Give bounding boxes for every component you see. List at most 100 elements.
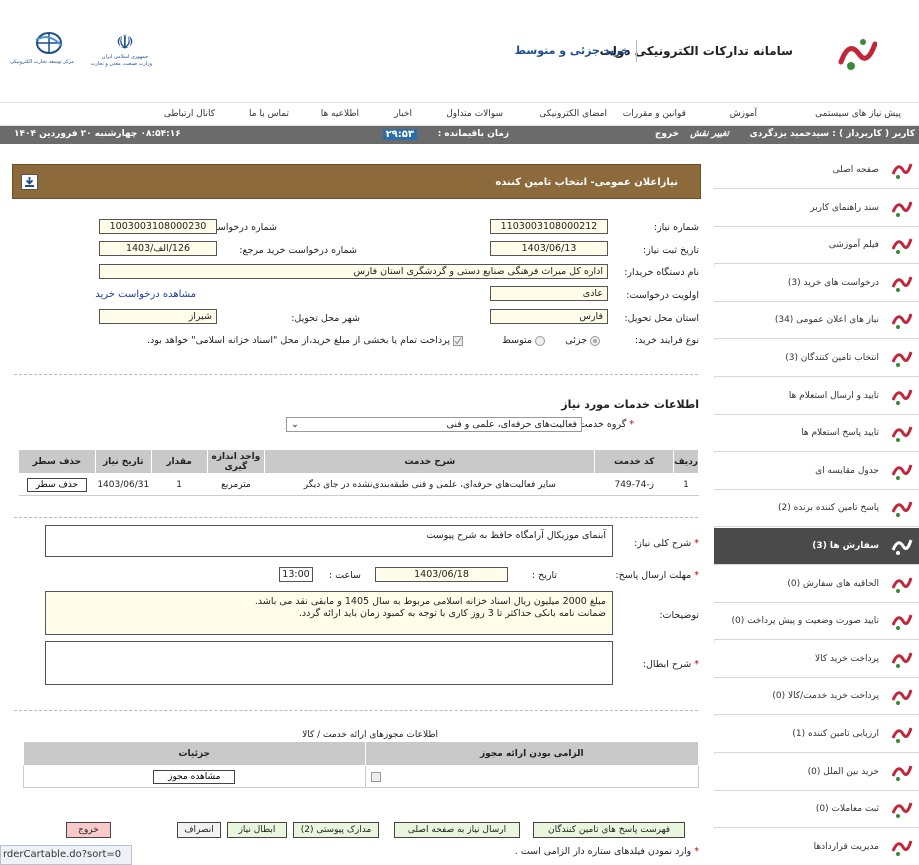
- setad-logo-icon: [891, 765, 913, 781]
- delivery-province-field: فارس: [490, 309, 608, 324]
- sidebar-item-label: انتخاب تامین کنندگان (3): [785, 353, 879, 363]
- attachments-button[interactable]: مدارک پیوستی (2): [293, 822, 379, 838]
- emblem-icon: ☫: [116, 30, 134, 54]
- need-number-label: شماره نیاز:: [653, 222, 699, 233]
- download-icon: [25, 177, 34, 187]
- setad-logo-icon: [891, 689, 913, 706]
- cell-desc: سایر فعالیت‌های حرفه‌ای، علمی و فنی طبقه…: [264, 473, 595, 496]
- view-license-button[interactable]: مشاهده مجوز: [153, 769, 236, 784]
- sidebar-item-18[interactable]: ثبت معاملات (0): [714, 791, 919, 829]
- sidebar-item-13[interactable]: تایید صورت وضعیت و پیش پرداخت (0): [714, 603, 919, 641]
- setad-logo-icon: [891, 501, 913, 518]
- deadline-label: * مهلت ارسال پاسخ:: [615, 570, 699, 581]
- sidebar-item-12[interactable]: الحاقیه های سفارش (0): [714, 565, 919, 603]
- section-divider: [14, 374, 698, 375]
- license-required-checkbox[interactable]: [370, 771, 381, 782]
- status-url-tooltip: rderCartable.do?sort=0: [0, 845, 132, 865]
- cancel-need-button[interactable]: ابطال نیاز: [227, 822, 287, 838]
- exit-button[interactable]: خروج: [66, 822, 111, 838]
- exit-link[interactable]: خروج: [655, 129, 679, 139]
- sidebar-item-label: پاسخ تامین کننده برنده (2): [777, 503, 879, 514]
- send-to-home-button[interactable]: ارسال نیاز به صفحه اصلی: [394, 822, 520, 838]
- sidebar-item-label: فیلم آموزشی: [828, 240, 879, 251]
- ecommerce-center-logo: مرکز توسعه تجارت الکترونیکی: [9, 30, 74, 80]
- purchase-request-field: 1003003108000230: [99, 219, 217, 234]
- delivery-city-label: شهر محل تحویل:: [291, 313, 360, 324]
- setad-logo-icon: [891, 238, 913, 255]
- section-divider: [14, 710, 698, 711]
- sidebar-item-8[interactable]: تایید پاسخ استعلام ها: [714, 415, 919, 453]
- sidebar-item-17[interactable]: خرید بین الملل (0): [714, 753, 919, 791]
- sidebar-item-19[interactable]: مدیریت قراردادها: [714, 828, 919, 865]
- required-fields-note: * وارد نمودن فیلدهای ستاره دار الزامی اس…: [514, 846, 699, 857]
- supplier-responses-button[interactable]: فهرست پاسخ هاي تامين كنندگان: [533, 822, 685, 838]
- sidebar-item-label: سند راهنمای کاربر: [810, 202, 879, 213]
- chevron-down-icon: ⌄: [291, 419, 299, 430]
- nav-e-signature[interactable]: امضای الکترونیکی: [539, 109, 607, 119]
- view-purchase-request-link[interactable]: مشاهده درخواست خرید: [95, 289, 196, 300]
- nav-announcements[interactable]: اطلاعیه ها: [321, 109, 359, 119]
- nav-contact[interactable]: تماس با ما: [249, 109, 289, 119]
- sidebar-item-15[interactable]: پرداخت خرید خدمت/کالا (0): [714, 678, 919, 716]
- medium-radio[interactable]: [535, 335, 545, 346]
- service-group-select[interactable]: فعالیت‌های حرفه‌ای، علمی و فنی ⌄: [286, 417, 582, 432]
- general-description-label: * شرح کلی نیاز:: [634, 538, 699, 549]
- sidebar-item-2[interactable]: سند راهنمای کاربر: [714, 189, 919, 227]
- sidebar-item-1[interactable]: صفحه اصلی: [714, 152, 919, 189]
- subsystem-title: خرید جزئی و متوسط: [514, 44, 629, 57]
- sidebar-item-7[interactable]: تایید و ارسال استعلام ها: [714, 377, 919, 415]
- notes-label: توضیحات:: [659, 610, 699, 621]
- delete-row-button[interactable]: حذف سطر: [26, 477, 88, 492]
- delivery-province-label: استان محل تحویل:: [624, 313, 699, 324]
- partial-radio[interactable]: [590, 335, 600, 346]
- sidebar-item-14[interactable]: پرداخت خرید کالا: [714, 640, 919, 678]
- sidebar-item-5[interactable]: نیاز های اعلان عمومی (34): [714, 302, 919, 340]
- notes-line-2: ضمانت نامه بانکی حداکثر تا 3 روز کاری با…: [298, 608, 606, 619]
- sidebar-item-16[interactable]: ارزیابی تامین کننده (1): [714, 716, 919, 753]
- change-role-link[interactable]: تغییر نقش: [690, 129, 729, 139]
- setad-logo-icon: [891, 577, 913, 593]
- required-fields-note-text: وارد نمودن فیلدهای ستاره دار الزامی است …: [514, 846, 692, 857]
- sidebar-item-9[interactable]: جدول مقایسه ای: [714, 452, 919, 490]
- abort-button[interactable]: انصراف: [177, 822, 221, 838]
- partial-option[interactable]: جزئی: [565, 335, 600, 346]
- treasury-checkbox[interactable]: [453, 335, 463, 346]
- cancel-reason-textarea[interactable]: [45, 641, 613, 685]
- treasury-payment-option[interactable]: پرداخت تمام یا بخشی از مبلغ خرید،از محل …: [147, 335, 463, 346]
- cell-row: 1: [673, 473, 699, 496]
- setad-logo-icon: [891, 652, 913, 668]
- sidebar-item-10[interactable]: پاسخ تامین کننده برنده (2): [714, 490, 919, 528]
- sidebar-item-label: سفارش ها (3): [812, 541, 879, 551]
- nav-training[interactable]: آموزش: [730, 109, 757, 119]
- general-description-textarea[interactable]: آبنمای موزیکال آرامگاه حافظ به شرح پیوست: [45, 525, 613, 557]
- deadline-time-field[interactable]: 13:00: [279, 567, 313, 582]
- cell-license-details: مشاهده مجوز: [23, 765, 366, 788]
- notes-textarea[interactable]: مبلغ 2000 میلیون ریال اسناد خزانه اسلامی…: [45, 591, 613, 635]
- main-content: نیازاعلان عمومی- انتخاب تامین کننده شمار…: [10, 152, 705, 865]
- nav-prerequisites[interactable]: پیش نیاز های سیستمی: [815, 109, 901, 119]
- deadline-date-field[interactable]: 1403/06/18: [375, 567, 508, 582]
- buyer-field: اداره کل میراث فرهنگی صنایع دستی و گردشگ…: [99, 264, 608, 279]
- nav-channel[interactable]: کانال ارتباطی: [164, 109, 215, 119]
- setad-logo-icon: [891, 351, 913, 367]
- reference-request-field: 126/الف/1403: [99, 241, 217, 256]
- sidebar-item-3[interactable]: فیلم آموزشی: [714, 227, 919, 265]
- nav-rules[interactable]: قوانین و مقررات: [623, 109, 686, 119]
- sidebar-item-6[interactable]: انتخاب تامین کنندگان (3): [714, 340, 919, 377]
- nav-news[interactable]: اخبار: [394, 109, 412, 119]
- date-time: ۰۸:۵۴:۱۶ چهارشنبه ۲۰ فروردین ۱۴۰۴: [14, 129, 181, 139]
- cell-unit: مترمربع: [207, 473, 265, 496]
- cell-date: 1403/06/31: [95, 473, 152, 496]
- ecommerce-center-caption: مرکز توسعه تجارت الکترونیکی: [9, 59, 74, 65]
- sidebar-item-4[interactable]: درخواست های خرید (3): [714, 264, 919, 302]
- col-row: ردیف: [673, 449, 699, 474]
- setad-logo-icon: [891, 426, 913, 443]
- download-button[interactable]: [21, 174, 38, 190]
- nav-faq[interactable]: سوالات متداول: [446, 109, 503, 119]
- sidebar-item-11[interactable]: سفارش ها (3): [714, 528, 919, 565]
- medium-option[interactable]: متوسط: [502, 335, 545, 346]
- services-table: ردیف کد خدمت شرح خدمت واحد اندازه گیری م…: [18, 449, 699, 496]
- col-license-details: جزئیات: [23, 741, 366, 766]
- remaining-time-label: زمان باقیمانده :: [437, 129, 509, 139]
- top-navigation: پیش نیاز های سیستمی آموزش قوانین و مقررا…: [0, 104, 919, 126]
